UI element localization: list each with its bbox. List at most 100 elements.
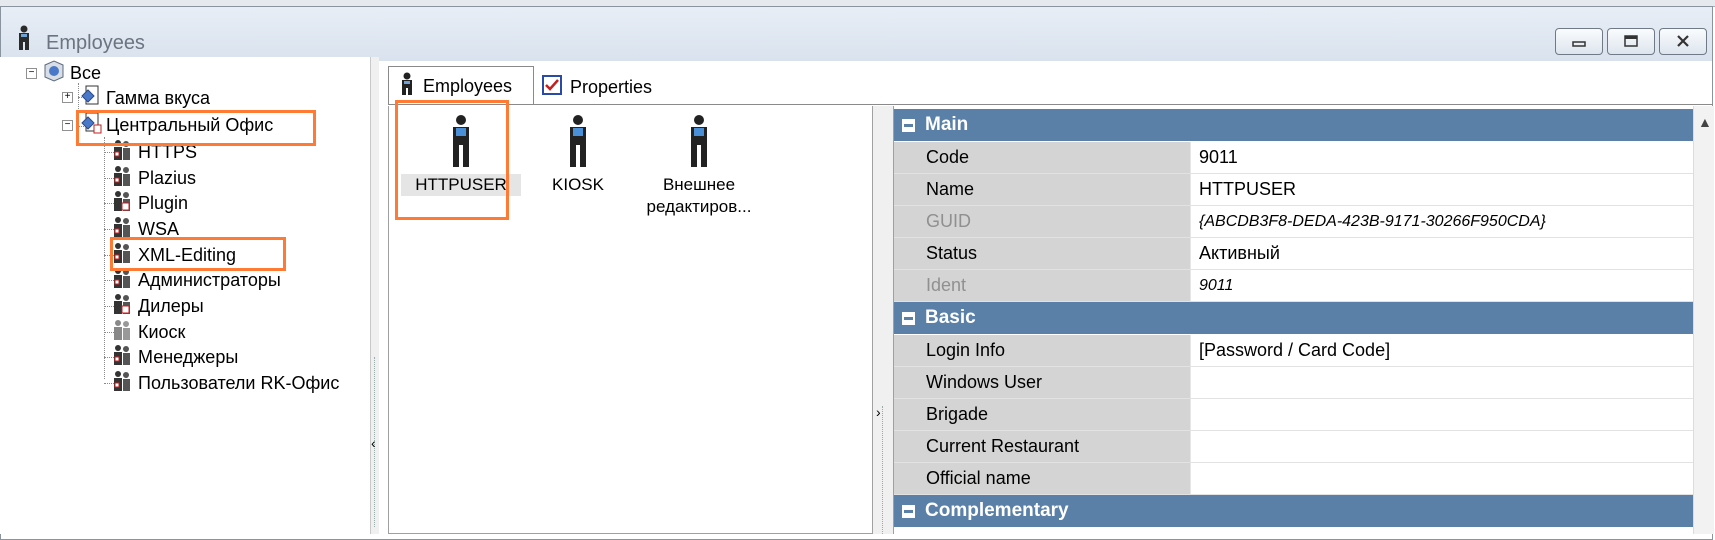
tree-item-label: Пользователи RK-Офис: [138, 372, 340, 393]
chevron-left-icon[interactable]: ‹: [371, 435, 376, 451]
tree-item-plazius[interactable]: Plazius: [110, 165, 196, 191]
property-row[interactable]: Windows User: [894, 367, 1694, 399]
property-row[interactable]: Code 9011: [894, 142, 1694, 174]
tab-label: Employees: [423, 75, 513, 96]
properties-splitter[interactable]: ›: [873, 106, 893, 534]
employee-icon: [570, 115, 586, 167]
tab-employees[interactable]: Employees: [388, 66, 534, 105]
tree-item-group-2[interactable]: Центральный Офис: [80, 112, 273, 138]
property-row[interactable]: GUID {ABCDB3F8-DEDA-423B-9171-30266F950C…: [894, 206, 1694, 238]
tree-item-label: WSA: [138, 218, 180, 239]
tree-item-kiosk[interactable]: Киоск: [110, 319, 185, 345]
category-main[interactable]: Main: [894, 109, 1694, 141]
tree-item-administrators[interactable]: Администраторы: [110, 267, 281, 293]
category-basic[interactable]: Basic: [894, 302, 1694, 334]
property-grid: Main Code 9011 Name HTTPUSER GUID {ABCDB…: [893, 106, 1694, 534]
person-icon: [15, 25, 33, 56]
tree-item-xml-editing[interactable]: XML-Editing: [110, 242, 236, 268]
property-row[interactable]: Current Restaurant: [894, 431, 1694, 463]
property-row[interactable]: Ident 9011: [894, 270, 1694, 302]
tree-item-label: Центральный Офис: [106, 114, 274, 135]
property-value[interactable]: Активный: [1192, 238, 1694, 269]
employee-group-icon: [110, 189, 134, 218]
employee-item[interactable]: Внешнее редактиров...: [629, 114, 769, 218]
tree-item-root[interactable]: Все: [42, 59, 102, 88]
employee-group-icon: [110, 138, 134, 167]
tab-divider: [388, 104, 1713, 105]
property-value: {ABCDB3F8-DEDA-423B-9171-30266F950CDA}: [1192, 206, 1694, 237]
property-name: Code: [894, 142, 1191, 173]
tree-item-label: Киоск: [138, 321, 186, 342]
employee-group-icon: [110, 369, 134, 398]
tree-item-wsa[interactable]: WSA: [110, 216, 179, 242]
minimize-button[interactable]: [1555, 28, 1603, 55]
category-complementary[interactable]: Complementary: [894, 495, 1694, 527]
property-name: Ident: [894, 270, 1191, 301]
tab-properties[interactable]: Properties: [538, 70, 652, 104]
property-name: Official name: [894, 463, 1191, 494]
employee-group-icon: [110, 292, 134, 321]
property-value[interactable]: 9011: [1192, 142, 1694, 173]
group-icon: [80, 111, 102, 140]
person-icon: [399, 72, 415, 101]
employee-list: HTTPUSER KIOSK Внешнее редактиров...: [388, 100, 873, 534]
property-value[interactable]: [1192, 431, 1694, 462]
employee-name: Внешнее редактиров...: [646, 175, 752, 216]
tree-item-dealers[interactable]: Дилеры: [110, 293, 204, 319]
tree-item-managers[interactable]: Менеджеры: [110, 344, 238, 370]
title-bar: Employees: [1, 7, 1712, 61]
property-value[interactable]: [1192, 367, 1694, 398]
expand-toggle[interactable]: +: [62, 92, 73, 103]
tree-item-label: Все: [70, 62, 102, 83]
property-name: Current Restaurant: [894, 431, 1191, 462]
collapse-toggle[interactable]: −: [26, 68, 37, 79]
employee-icon: [691, 115, 707, 167]
maximize-button[interactable]: [1607, 28, 1655, 55]
tree-item-label: HTTPS: [138, 141, 198, 162]
chevron-up-icon[interactable]: ▲: [1698, 114, 1712, 130]
tab-label: Properties: [570, 76, 653, 97]
close-button[interactable]: [1659, 28, 1707, 55]
tree-item-label: Дилеры: [138, 295, 204, 316]
collapse-icon[interactable]: [902, 118, 915, 132]
employee-icon: [453, 115, 469, 167]
property-name: Login Info: [894, 335, 1191, 366]
employee-item[interactable]: HTTPUSER: [401, 114, 521, 196]
tree-item-plugin[interactable]: Plugin: [110, 190, 188, 216]
employee-group-icon: [110, 266, 134, 295]
property-row[interactable]: Official name: [894, 463, 1694, 495]
tree-item-rk-office-users[interactable]: Пользователи RK-Офис: [110, 370, 339, 396]
property-value[interactable]: HTTPUSER: [1192, 174, 1694, 205]
window-title: Employees: [46, 32, 145, 54]
collapse-icon[interactable]: [902, 311, 915, 325]
chevron-right-icon[interactable]: ›: [876, 404, 881, 420]
tree-splitter[interactable]: ‹: [370, 57, 379, 534]
tree-item-label: Plugin: [138, 192, 189, 213]
property-row[interactable]: Status Активный: [894, 238, 1694, 270]
employee-item[interactable]: KIOSK: [518, 114, 638, 196]
property-value[interactable]: [1192, 463, 1694, 494]
folder-network-icon: [42, 59, 66, 88]
property-value[interactable]: [Password / Card Code]: [1192, 335, 1694, 366]
tree-item-label: Менеджеры: [138, 346, 239, 367]
category-label: Complementary: [925, 500, 1069, 521]
property-name: Name: [894, 174, 1191, 205]
tree-item-https[interactable]: HTTPS: [110, 139, 197, 165]
group-icon: [80, 84, 102, 113]
employee-name: HTTPUSER: [401, 174, 521, 196]
category-label: Main: [925, 114, 969, 135]
property-value[interactable]: [1192, 399, 1694, 430]
property-row[interactable]: Login Info [Password / Card Code]: [894, 335, 1694, 367]
property-row[interactable]: Name HTTPUSER: [894, 174, 1694, 206]
tree-item-group-1[interactable]: Гамма вкуса: [80, 85, 210, 111]
tree-item-label: Plazius: [138, 167, 197, 188]
property-row[interactable]: Brigade: [894, 399, 1694, 431]
collapse-icon[interactable]: [902, 504, 915, 518]
property-name: Status: [894, 238, 1191, 269]
tree-item-label: Гамма вкуса: [106, 87, 210, 108]
employee-name: KIOSK: [552, 175, 604, 194]
tree-item-label: Администраторы: [138, 269, 281, 290]
vertical-scrollbar[interactable]: ▲: [1693, 106, 1714, 534]
collapse-toggle[interactable]: −: [62, 120, 73, 131]
property-name: Brigade: [894, 399, 1191, 430]
